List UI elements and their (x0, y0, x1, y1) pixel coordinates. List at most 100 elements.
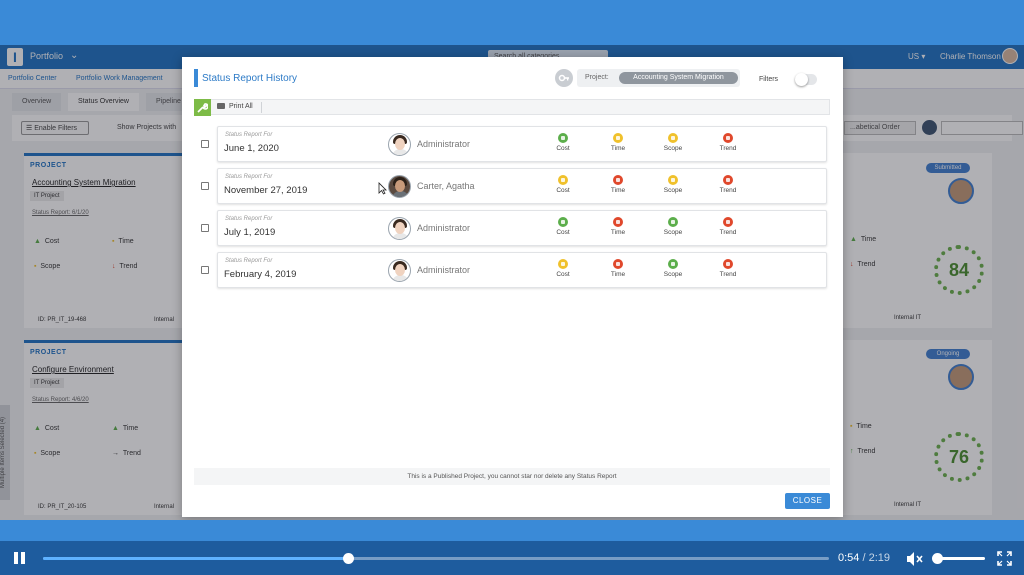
print-all-label: Print All (229, 103, 253, 110)
status-dot-icon (613, 175, 623, 185)
status-report-for-label: Status Report For (225, 216, 273, 222)
status-dot-icon (613, 133, 623, 143)
indicator-time: Time (598, 259, 638, 278)
indicator-label: Time (610, 145, 626, 152)
indicator-label: Time (610, 187, 626, 194)
status-report-for-label: Status Report For (225, 132, 273, 138)
project-label: Project: (585, 74, 609, 81)
volume-slider[interactable] (932, 553, 985, 564)
indicator-label: Scope (663, 229, 683, 236)
row-checkbox[interactable] (201, 224, 209, 232)
indicator-trend: Trend (708, 175, 748, 194)
status-dot-icon (613, 259, 623, 269)
indicator-label: Time (610, 271, 626, 278)
status-dot-icon (558, 259, 568, 269)
status-dot-icon (668, 133, 678, 143)
pause-icon[interactable] (14, 552, 26, 564)
row-checkbox[interactable] (201, 266, 209, 274)
row-checkbox[interactable] (201, 182, 209, 190)
video-strip (0, 520, 1024, 541)
row-checkbox[interactable] (201, 140, 209, 148)
status-report-row[interactable]: Status Report For November 27, 2019 Carter… (217, 168, 827, 204)
indicator-label: Trend (719, 229, 737, 236)
status-report-date: July 1, 2019 (224, 227, 276, 238)
status-dot-icon (723, 133, 733, 143)
indicator-scope: Scope (653, 133, 693, 152)
toolbar-divider (261, 102, 262, 113)
status-report-row[interactable]: Status Report For June 1, 2020 Administrat… (217, 126, 827, 162)
avatar (388, 259, 411, 282)
indicator-label: Trend (719, 271, 737, 278)
status-report-date: November 27, 2019 (224, 185, 308, 196)
report-author: Administrator (417, 265, 471, 275)
status-dot-icon (668, 217, 678, 227)
filters-toggle[interactable] (795, 73, 817, 86)
report-author: Carter, Agatha (417, 181, 475, 191)
status-dot-icon (668, 175, 678, 185)
indicator-cost: Cost (543, 175, 583, 194)
avatar (388, 133, 411, 156)
avatar (388, 175, 411, 198)
status-report-for-label: Status Report For (225, 258, 273, 264)
status-report-row[interactable]: Status Report For February 4, 2019 Adminis… (217, 252, 827, 288)
avatar (388, 217, 411, 240)
status-dot-icon (558, 175, 568, 185)
close-button[interactable]: CLOSE (785, 493, 830, 509)
title-accent-bar (194, 69, 198, 87)
time-readout: 0:54 / 2:19 (838, 552, 890, 564)
project-selector[interactable]: Project: Accounting System Migration (577, 69, 740, 87)
status-dot-icon (723, 259, 733, 269)
indicator-label: Scope (663, 145, 683, 152)
progress-handle[interactable] (342, 553, 354, 564)
indicator-label: Cost (556, 271, 570, 278)
fullscreen-icon[interactable] (997, 551, 1012, 566)
indicator-scope: Scope (653, 175, 693, 194)
indicator-trend: Trend (708, 133, 748, 152)
indicator-label: Time (610, 229, 626, 236)
volume-handle[interactable] (932, 553, 943, 564)
indicator-time: Time (598, 217, 638, 236)
status-dot-icon (723, 217, 733, 227)
indicator-label: Trend (719, 145, 737, 152)
progress-fill (43, 557, 348, 560)
indicator-scope: Scope (653, 259, 693, 278)
status-dot-icon (558, 133, 568, 143)
indicator-label: Cost (556, 145, 570, 152)
key-icon[interactable] (555, 69, 573, 87)
indicator-label: Scope (663, 271, 683, 278)
indicator-time: Time (598, 175, 638, 194)
published-notice: This is a Published Project, you cannot … (194, 468, 830, 485)
status-dot-icon (723, 175, 733, 185)
status-report-date: February 4, 2019 (224, 269, 297, 280)
report-toolbar: Print All (194, 99, 830, 116)
dialog-title: Status Report History (202, 73, 298, 84)
status-dot-icon (668, 259, 678, 269)
report-author: Administrator (417, 223, 471, 233)
time-separator: / (862, 552, 866, 564)
progress-bar[interactable] (43, 553, 829, 564)
indicator-label: Cost (556, 187, 570, 194)
indicator-trend: Trend (708, 259, 748, 278)
printer-icon (217, 103, 225, 110)
indicator-label: Trend (719, 187, 737, 194)
indicator-cost: Cost (543, 259, 583, 278)
filters-label: Filters (759, 76, 779, 83)
status-report-for-label: Status Report For (225, 174, 273, 180)
top-banner (0, 0, 1024, 45)
status-report-history-dialog: Status Report History Project: Accountin… (182, 57, 843, 517)
toggle-knob (795, 73, 808, 86)
current-time: 0:54 (838, 552, 860, 564)
indicator-time: Time (598, 133, 638, 152)
project-pill[interactable]: Accounting System Migration (619, 72, 738, 84)
indicator-cost: Cost (543, 217, 583, 236)
wrench-icon[interactable] (194, 99, 211, 116)
print-all-button[interactable]: Print All (217, 103, 253, 110)
status-dot-icon (613, 217, 623, 227)
mute-icon[interactable] (906, 551, 924, 567)
indicator-label: Cost (556, 229, 570, 236)
status-report-row[interactable]: Status Report For July 1, 2019 Administrat… (217, 210, 827, 246)
indicator-trend: Trend (708, 217, 748, 236)
indicator-scope: Scope (653, 217, 693, 236)
status-report-date: June 1, 2020 (224, 143, 279, 154)
report-author: Administrator (417, 139, 471, 149)
